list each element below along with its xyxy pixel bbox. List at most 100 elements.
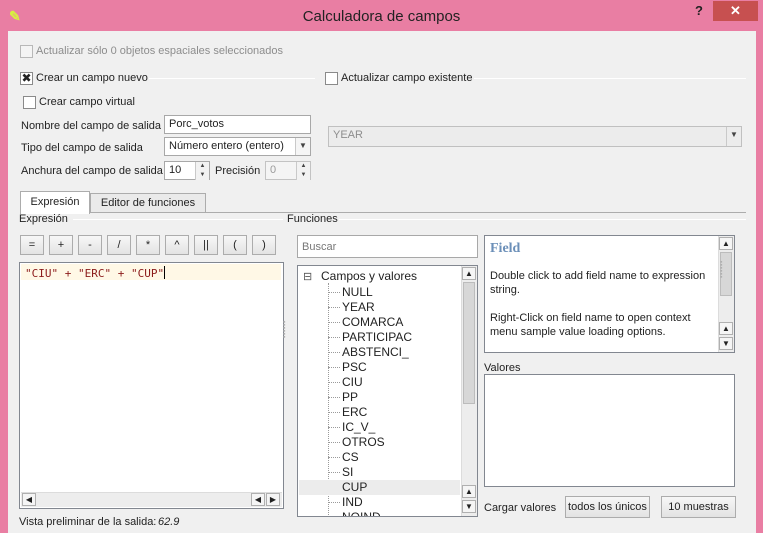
scroll-up-icon[interactable]: ▲: [462, 267, 476, 280]
scroll-down-icon[interactable]: ▼: [719, 337, 733, 350]
operator-concat-button[interactable]: ||: [194, 235, 218, 255]
scroll-left-icon[interactable]: ◀: [22, 493, 36, 506]
help-button[interactable]: ?: [690, 3, 708, 19]
create-new-field-checkbox[interactable]: ✖: [20, 72, 33, 85]
tree-item-field[interactable]: SI: [342, 465, 353, 480]
chevron-down-icon: ▼: [295, 138, 310, 155]
tree-item-field[interactable]: PSC: [342, 360, 367, 375]
text-cursor: [164, 266, 166, 279]
spin-down-icon[interactable]: ▼: [296, 171, 310, 180]
field-name-input[interactable]: Porc_votos: [164, 115, 311, 134]
chevron-down-icon: ▼: [726, 127, 741, 146]
field-type-select[interactable]: Número entero (entero) ▼: [164, 137, 311, 156]
precision-label: Precisión: [215, 165, 261, 177]
scroll-up-icon[interactable]: ▲: [719, 237, 733, 250]
field-width-spinbox[interactable]: 10 ▲ ▼: [164, 161, 210, 180]
function-tree-vscrollbar[interactable]: ▲ ▲ ▼: [461, 266, 477, 516]
collapse-icon[interactable]: ⊟: [303, 272, 314, 283]
tree-group-label[interactable]: Campos y valores: [321, 269, 417, 283]
update-selected-label: Actualizar sólo 0 objetos espaciales sel…: [36, 45, 284, 57]
tree-branch-line: [328, 382, 340, 383]
preview-value: 62.9: [158, 516, 180, 528]
tree-branch-line: [328, 307, 340, 308]
existing-field-select[interactable]: YEAR ▼: [328, 126, 742, 147]
help-text-right-click: Right-Click on field name to open contex…: [490, 312, 691, 338]
expression-editor[interactable]: "CIU" + "ERC" + "CUP" ◀ ◀ ▶: [19, 262, 284, 509]
create-new-field-label: Crear un campo nuevo: [36, 72, 148, 84]
help-vscrollbar[interactable]: ▲ ▲ ▼: [718, 236, 734, 352]
operator-open-paren-button[interactable]: (: [223, 235, 247, 255]
group-divider: [149, 78, 315, 79]
tree-branch-line: [328, 292, 340, 293]
tree-item-field[interactable]: NOIND: [342, 510, 381, 516]
field-name-label: Nombre del campo de salida: [21, 120, 162, 132]
update-existing-checkbox[interactable]: [325, 72, 338, 85]
tree-branch-line: [328, 427, 340, 428]
spin-up-icon[interactable]: ▲: [195, 162, 209, 171]
splitter-grip[interactable]: ▪ ▪ ▪ ▪ ▪ ▪: [720, 259, 724, 281]
values-list[interactable]: [484, 374, 735, 487]
tree-branch-line: [328, 322, 340, 323]
update-existing-label: Actualizar campo existente: [341, 72, 473, 84]
scroll-up-icon[interactable]: ▲: [719, 322, 733, 335]
virtual-field-label: Crear campo virtual: [39, 96, 135, 108]
splitter-grip[interactable]: ▪ ▪ ▪ ▪ ▪ ▪: [283, 319, 287, 341]
tree-branch-line: [328, 442, 340, 443]
tree-item-field[interactable]: PP: [342, 390, 358, 405]
tree-item-field[interactable]: OTROS: [342, 435, 385, 450]
tree-item-field[interactable]: COMARCA: [342, 315, 403, 330]
operator-equals-button[interactable]: =: [20, 235, 44, 255]
load-values-label: Cargar valores: [484, 502, 557, 514]
group-divider: [339, 219, 746, 220]
all-unique-button[interactable]: todos los únicos: [565, 496, 650, 518]
operator-close-paren-button[interactable]: ): [252, 235, 276, 255]
tree-item-field[interactable]: IC_V_: [342, 420, 375, 435]
help-text-double-click: Double click to add field name to expres…: [490, 270, 706, 296]
virtual-field-checkbox[interactable]: [23, 96, 36, 109]
help-panel: Field Double click to add field name to …: [484, 235, 735, 353]
tree-item-field[interactable]: PARTICIPAC: [342, 330, 412, 345]
operator-divide-button[interactable]: /: [107, 235, 131, 255]
scroll-down-icon[interactable]: ▼: [462, 500, 476, 513]
spin-down-icon[interactable]: ▼: [195, 171, 209, 180]
scroll-right-icon[interactable]: ▶: [266, 493, 280, 506]
scroll-left-icon[interactable]: ◀: [251, 493, 265, 506]
operator-minus-button[interactable]: -: [78, 235, 102, 255]
close-button[interactable]: ✕: [713, 1, 758, 21]
update-selected-checkbox[interactable]: [20, 45, 33, 58]
group-divider: [73, 219, 283, 220]
tree-branch-line: [328, 472, 340, 473]
operator-multiply-button[interactable]: *: [136, 235, 160, 255]
ten-samples-button[interactable]: 10 muestras: [661, 496, 736, 518]
spin-up-icon[interactable]: ▲: [296, 162, 310, 171]
tree-item-field[interactable]: ERC: [342, 405, 367, 420]
tree-branch-line: [328, 457, 340, 458]
tree-item-field[interactable]: YEAR: [342, 300, 375, 315]
values-label: Valores: [484, 362, 521, 374]
function-search-input[interactable]: Buscar: [297, 235, 478, 258]
tree-branch-line: [328, 337, 340, 338]
tree-item-field[interactable]: IND: [342, 495, 363, 510]
tree-item-field[interactable]: ABSTENCI_: [342, 345, 409, 360]
expression-text[interactable]: "CIU" + "ERC" + "CUP": [25, 266, 166, 280]
field-width-value: 10: [169, 164, 182, 176]
operator-plus-button[interactable]: +: [49, 235, 73, 255]
scrollbar-thumb[interactable]: [463, 282, 475, 404]
title-bar: ✎ Calculadora de campos ? ✕: [0, 0, 763, 31]
tree-item-field[interactable]: CS: [342, 450, 359, 465]
existing-field-value: YEAR: [333, 129, 363, 141]
precision-spinbox[interactable]: 0 ▲ ▼: [265, 161, 311, 180]
operator-power-button[interactable]: ^: [165, 235, 189, 255]
tree-item-field[interactable]: NULL: [342, 285, 373, 300]
tree-branch-line: [328, 412, 340, 413]
tree-branch-line: [328, 367, 340, 368]
tree-item-field[interactable]: CIU: [342, 375, 363, 390]
expression-hscrollbar[interactable]: ◀ ◀ ▶: [21, 492, 282, 507]
tree-item-field[interactable]: CUP: [299, 480, 460, 495]
function-tree[interactable]: ⊟ Campos y valores NULL YEAR COMARCA PARTIC…: [297, 265, 478, 517]
tab-expression[interactable]: Expresión: [20, 191, 90, 214]
field-width-label: Anchura del campo de salida: [21, 165, 163, 177]
scroll-up-icon[interactable]: ▲: [462, 485, 476, 498]
tab-function-editor[interactable]: Editor de funciones: [90, 193, 206, 213]
tab-divider: [90, 212, 746, 213]
